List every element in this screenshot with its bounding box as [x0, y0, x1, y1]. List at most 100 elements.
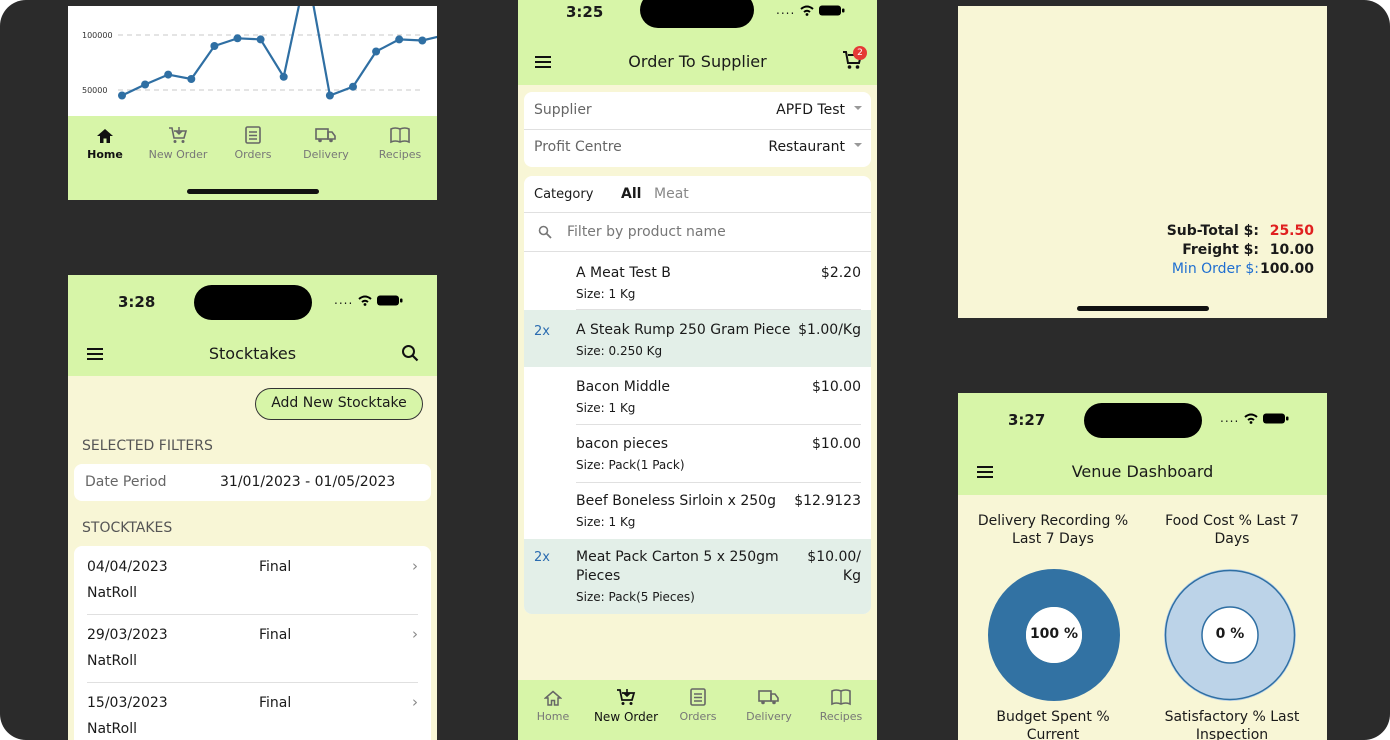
chart-y-tick-label: 50000: [82, 86, 107, 95]
page-title: Stocktakes: [208, 344, 297, 363]
home-icon: [544, 690, 562, 706]
kpi-food-cost[interactable]: Food Cost % Last 7 Days 0 %: [1137, 513, 1327, 701]
kpi-title-line2: Last 7 Days: [1012, 531, 1094, 547]
product-row[interactable]: 2x A Steak Rump 250 Gram Piece $1.00/Kg …: [524, 310, 871, 367]
tab-recipes[interactable]: Recipes: [365, 126, 435, 161]
kpi-title: Satisfactory % Last: [1164, 709, 1300, 725]
tab-home[interactable]: Home: [518, 690, 588, 723]
date-period-filter[interactable]: Date Period 31/01/2023 - 01/05/2023: [74, 464, 431, 501]
product-qty: 2x: [534, 324, 550, 339]
tab-home[interactable]: Home: [70, 128, 140, 161]
date-period-value: 31/01/2023 - 01/05/2023: [220, 474, 396, 490]
tab-delivery-label: Delivery: [746, 710, 792, 723]
tab-orders[interactable]: Orders: [663, 688, 733, 723]
dashboard-screen: 3:27 .... Venue Dashboard Delivery Recor…: [958, 393, 1327, 740]
chart-point[interactable]: [210, 42, 219, 50]
product-name: Bacon Middle: [576, 379, 671, 395]
chart-point[interactable]: [187, 75, 196, 83]
stocktake-row[interactable]: 04/04/2023 Final › NatRoll: [74, 546, 431, 614]
product-name-line2: Pieces: [576, 568, 621, 584]
profit-centre-label: Profit Centre: [534, 139, 622, 155]
product-row[interactable]: 2x Meat Pack Carton 5 x 250gm Pieces $10…: [524, 539, 871, 614]
tab-orders[interactable]: Orders: [218, 126, 288, 161]
chart-y-tick-label: 100000: [82, 31, 113, 40]
chevron-right-icon: ›: [412, 557, 418, 575]
dynamic-island: [194, 285, 312, 320]
supplier-select[interactable]: Supplier APFD Test: [524, 92, 871, 129]
signal-icon: ....: [334, 293, 354, 307]
dynamic-island: [640, 0, 754, 28]
stocktakes-section-label: STOCKTAKES: [82, 520, 173, 536]
tab-home-label: Home: [536, 710, 570, 723]
search-icon[interactable]: [401, 344, 419, 362]
status-icons: ....: [1220, 411, 1289, 425]
chart-point[interactable]: [279, 72, 288, 81]
tab-delivery-label: Delivery: [303, 148, 349, 161]
chart-point[interactable]: [325, 91, 334, 100]
cart-icon: [169, 127, 188, 143]
tab-new-order[interactable]: New Order: [143, 126, 213, 161]
home-screen: 100000 50000 Home New Order Orders Delive…: [68, 6, 437, 200]
order-screen: 3:25 .... Order To Supplier 2 Supplier A…: [518, 0, 877, 740]
stocktake-row[interactable]: 29/03/2023 Final › NatRoll: [74, 614, 431, 682]
chart-point[interactable]: [118, 91, 126, 100]
chart-point[interactable]: [418, 36, 427, 45]
tab-new-order[interactable]: New Order: [591, 688, 661, 724]
product-filter-input[interactable]: Filter by product name: [524, 213, 871, 251]
freight-value: 10.00: [1269, 242, 1314, 258]
chart-point[interactable]: [164, 70, 173, 79]
add-new-stocktake-button[interactable]: Add New Stocktake: [255, 388, 423, 420]
stocktake-user: NatRoll: [87, 721, 137, 737]
wifi-icon: [800, 5, 814, 16]
freight-row: Freight $: 10.00: [1074, 242, 1314, 261]
category-meat-tab[interactable]: Meat: [654, 186, 689, 202]
stocktake-row[interactable]: 15/03/2023 Final › NatRoll: [74, 682, 431, 740]
chart-point[interactable]: [141, 80, 150, 89]
dashboard-header: 3:27 .... Venue Dashboard: [958, 393, 1327, 495]
screenshot-collage: 100000 50000 Home New Order Orders Delive…: [0, 0, 1390, 740]
product-size: Size: 1 Kg: [576, 287, 636, 301]
stocktake-date: 29/03/2023: [87, 627, 168, 643]
profit-centre-select[interactable]: Profit Centre Restaurant: [524, 129, 871, 166]
tab-orders-label: Orders: [679, 710, 717, 723]
kpi-budget-spent[interactable]: Budget Spent % Current: [958, 709, 1148, 740]
product-qty: 2x: [534, 550, 550, 565]
order-tab-bar: Home New Order Orders Delivery Recipes: [518, 680, 877, 740]
status-icons: ....: [776, 3, 845, 17]
chart-point[interactable]: [395, 35, 404, 44]
chart-point[interactable]: [372, 47, 381, 56]
product-list-card: Category All Meat Filter by product name…: [524, 176, 871, 614]
product-row[interactable]: Bacon Middle $10.00 Size: 1 Kg: [524, 367, 871, 424]
cart-button[interactable]: 2: [842, 46, 867, 72]
page-title: Order To Supplier: [628, 52, 767, 71]
kpi-title: Food Cost % Last 7: [1165, 513, 1299, 529]
kpi-delivery-recording[interactable]: Delivery Recording % Last 7 Days 100 %: [958, 513, 1148, 701]
book-icon: [831, 689, 851, 706]
tab-home-label: Home: [87, 148, 123, 161]
date-period-label: Date Period: [85, 474, 167, 490]
cart-icon: [617, 689, 636, 705]
home-indicator: [1077, 306, 1209, 311]
chart-area: 100000 50000: [68, 6, 437, 116]
category-all-tab[interactable]: All: [621, 186, 641, 202]
stocktake-date: 04/04/2023: [87, 559, 168, 575]
chart-point[interactable]: [256, 35, 265, 44]
chart-point[interactable]: [349, 82, 357, 91]
dropdown-arrow-icon: [854, 143, 862, 147]
filter-placeholder: Filter by product name: [567, 224, 726, 240]
product-row[interactable]: Beef Boneless Sirloin x 250g $12.9123 Si…: [524, 483, 871, 539]
product-size: Size: 1 Kg: [576, 515, 636, 529]
product-price-line2: Kg: [842, 568, 861, 584]
tab-delivery[interactable]: Delivery: [291, 126, 361, 161]
signal-icon: ....: [776, 3, 796, 17]
tab-delivery[interactable]: Delivery: [734, 688, 804, 723]
tab-recipes[interactable]: Recipes: [806, 688, 876, 723]
stocktake-status: Final: [259, 695, 292, 711]
tab-new-order-label: New Order: [148, 148, 208, 161]
product-name: Meat Pack Carton 5 x 250gm: [576, 549, 779, 565]
product-row[interactable]: bacon pieces $10.00 Size: Pack(1 Pack): [524, 425, 871, 482]
chart-point[interactable]: [233, 34, 242, 43]
kpi-satisfactory[interactable]: Satisfactory % Last Inspection: [1137, 709, 1327, 740]
battery-icon: [1262, 413, 1289, 424]
product-row[interactable]: A Meat Test B $2.20 Size: 1 Kg: [524, 252, 871, 309]
